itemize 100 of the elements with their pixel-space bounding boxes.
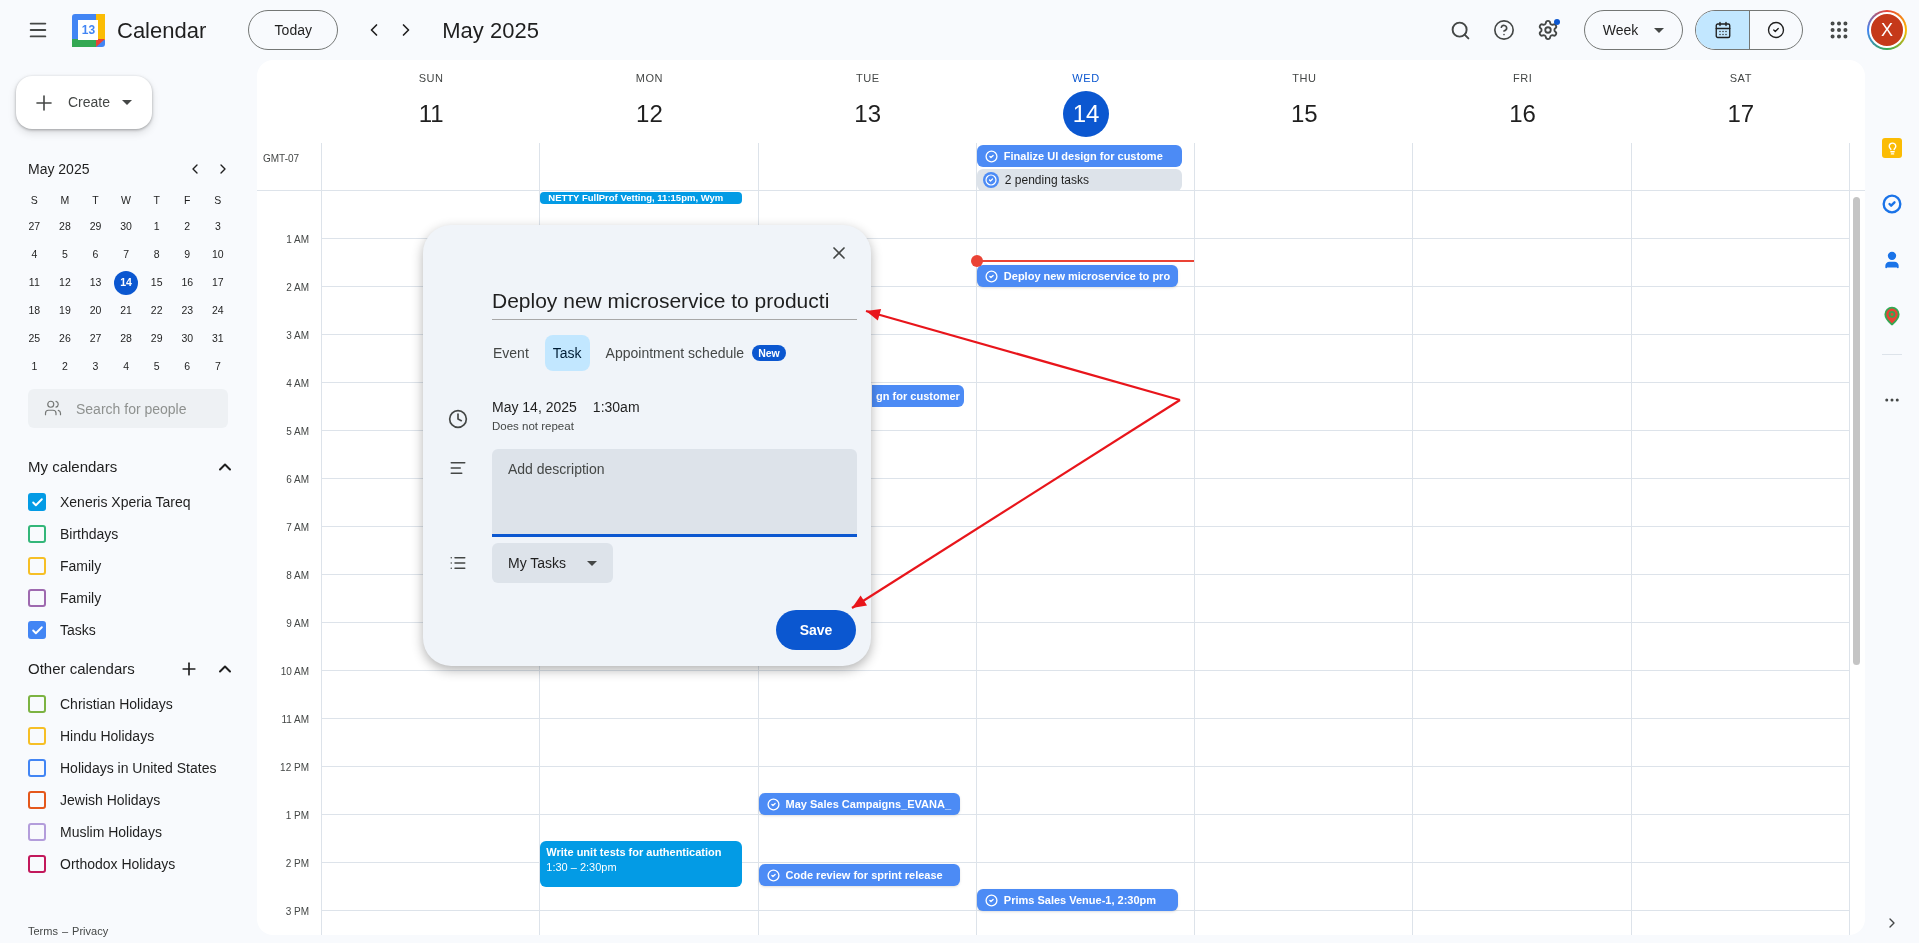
weekday-label: F xyxy=(183,193,192,209)
pending-tasks-chip[interactable]: 2 pending tasks xyxy=(976,169,1183,191)
hour-label: 4 AM xyxy=(286,376,309,391)
mini-calendar-day[interactable]: 31 xyxy=(205,327,230,351)
type-tab[interactable]: Event xyxy=(485,335,537,371)
mini-calendar-day[interactable]: 28 xyxy=(114,327,139,351)
mini-calendar-day[interactable]: 8 xyxy=(144,243,169,267)
mini-calendar-day[interactable]: 13 xyxy=(83,271,108,295)
mini-calendar-day[interactable]: 3 xyxy=(205,215,230,239)
repeat-setting[interactable]: Does not repeat xyxy=(492,418,640,436)
calendar-checkbox[interactable] xyxy=(28,855,46,873)
mini-calendar-day[interactable]: 6 xyxy=(175,355,200,379)
calendar-checkbox[interactable] xyxy=(28,695,46,713)
mini-calendar-day[interactable]: 1 xyxy=(144,215,169,239)
scrollbar-thumb[interactable] xyxy=(1853,197,1860,665)
event-time: 1:30 – 2:30pm xyxy=(546,860,618,875)
mini-calendar-day[interactable]: 26 xyxy=(52,327,77,351)
section-heading: Other calendars xyxy=(28,658,136,679)
calendar-checkbox[interactable] xyxy=(28,727,46,745)
create-button[interactable]: Create xyxy=(16,76,152,129)
calendar-checkbox[interactable] xyxy=(28,621,46,639)
mini-calendar-day[interactable]: 7 xyxy=(205,355,230,379)
mini-calendar-day[interactable]: 2 xyxy=(175,215,200,239)
mini-calendar-day[interactable]: 12 xyxy=(52,271,77,295)
mini-calendar-day[interactable]: 4 xyxy=(22,243,47,267)
mini-calendar-day[interactable]: 30 xyxy=(175,327,200,351)
calendar-name: Family xyxy=(60,556,102,576)
tasks-icon[interactable] xyxy=(1882,194,1902,214)
task-time[interactable]: 1:30am xyxy=(592,397,640,418)
mini-calendar-day[interactable]: 22 xyxy=(144,299,169,323)
task-date[interactable]: May 14, 2025 xyxy=(492,397,577,418)
mini-calendar-day[interactable]: 10 xyxy=(205,243,230,267)
calendar-checkbox[interactable] xyxy=(28,493,46,511)
mini-calendar-day[interactable]: 4 xyxy=(114,355,139,379)
contacts-icon[interactable] xyxy=(1882,250,1902,270)
hour-label: 2 AM xyxy=(286,280,309,295)
mini-calendar-day[interactable]: 7 xyxy=(114,243,139,267)
mini-calendar-day[interactable]: 24 xyxy=(205,299,230,323)
mini-calendar-day[interactable]: 20 xyxy=(83,299,108,323)
mini-calendar-day[interactable]: 3 xyxy=(83,355,108,379)
day-number[interactable]: 17 xyxy=(1717,90,1764,137)
calendar-checkbox[interactable] xyxy=(28,525,46,543)
weekday-label: W xyxy=(120,193,133,209)
mini-calendar-day[interactable]: 23 xyxy=(175,299,200,323)
description-field[interactable]: Add description xyxy=(492,449,857,538)
account-avatar[interactable]: X xyxy=(1869,12,1905,48)
caret-icon xyxy=(122,100,133,105)
calendar-checkbox[interactable] xyxy=(28,759,46,777)
mini-calendar-day[interactable]: 16 xyxy=(175,271,200,295)
apps-grid-icon xyxy=(1828,19,1850,41)
caret-icon xyxy=(1654,27,1665,33)
hour-label: 6 AM xyxy=(286,472,309,487)
type-tab[interactable]: Task xyxy=(544,335,590,371)
mini-calendar-day[interactable]: 11 xyxy=(22,271,47,295)
people-search-field[interactable]: Search for people xyxy=(28,389,228,428)
mini-calendar-day[interactable]: 25 xyxy=(22,327,47,351)
mini-calendar-day[interactable]: 6 xyxy=(83,243,108,267)
calendar-view-toggle[interactable] xyxy=(1696,11,1749,49)
terms-link[interactable]: Terms xyxy=(28,922,58,939)
title-field[interactable]: Deploy new microservice to producti xyxy=(492,285,857,320)
day-name: SUN xyxy=(418,71,444,86)
calendar-name: Family xyxy=(60,588,102,608)
day-number[interactable]: 12 xyxy=(626,90,673,137)
mini-calendar-day[interactable]: 9 xyxy=(175,243,200,267)
hour-label: 2 PM xyxy=(285,856,309,871)
day-number[interactable]: 14 xyxy=(1063,90,1109,137)
mini-calendar-day[interactable]: 19 xyxy=(52,299,77,323)
calendar-checkbox[interactable] xyxy=(28,557,46,575)
mini-calendar-day[interactable]: 28 xyxy=(52,215,77,239)
mini-calendar-day[interactable]: 5 xyxy=(52,243,77,267)
caret-icon xyxy=(587,560,597,566)
calendar-checkbox[interactable] xyxy=(28,589,46,607)
mini-calendar-day[interactable]: 17 xyxy=(205,271,230,295)
hour-label: 3 PM xyxy=(285,904,309,919)
privacy-link[interactable]: Privacy xyxy=(72,922,109,939)
day-number[interactable]: 15 xyxy=(1281,90,1328,137)
check-circle-icon xyxy=(1767,21,1785,39)
calendar-checkbox[interactable] xyxy=(28,791,46,809)
mini-calendar-day[interactable]: 30 xyxy=(114,215,139,239)
mini-calendar-day[interactable]: 27 xyxy=(83,327,108,351)
mini-calendar-day[interactable]: 21 xyxy=(114,299,139,323)
mini-calendar-day[interactable]: 29 xyxy=(83,215,108,239)
mini-calendar-day[interactable]: 29 xyxy=(144,327,169,351)
mini-calendar-day[interactable]: 5 xyxy=(144,355,169,379)
save-button[interactable]: Save xyxy=(776,610,856,651)
calendar-checkbox[interactable] xyxy=(28,823,46,841)
type-tab[interactable]: Appointment schedule New xyxy=(597,335,794,371)
day-number[interactable]: 11 xyxy=(408,90,455,137)
task-title: May Sales Campaigns_EVANA_ xyxy=(785,797,952,811)
mini-calendar-day[interactable]: 18 xyxy=(22,299,47,323)
mini-calendar-day[interactable]: 1 xyxy=(22,355,47,379)
day-number[interactable]: 16 xyxy=(1499,90,1546,137)
task-list-select[interactable]: My Tasks xyxy=(492,543,613,584)
mini-calendar-day[interactable]: 2 xyxy=(52,355,77,379)
maps-icon[interactable] xyxy=(1882,306,1902,326)
mini-calendar-day[interactable]: 15 xyxy=(144,271,169,295)
mini-calendar-day[interactable]: 14 xyxy=(114,271,139,295)
day-number[interactable]: 13 xyxy=(844,90,891,137)
mini-calendar-day[interactable]: 27 xyxy=(22,215,47,239)
task-title: Deploy new microservice to pro xyxy=(1003,269,1171,283)
